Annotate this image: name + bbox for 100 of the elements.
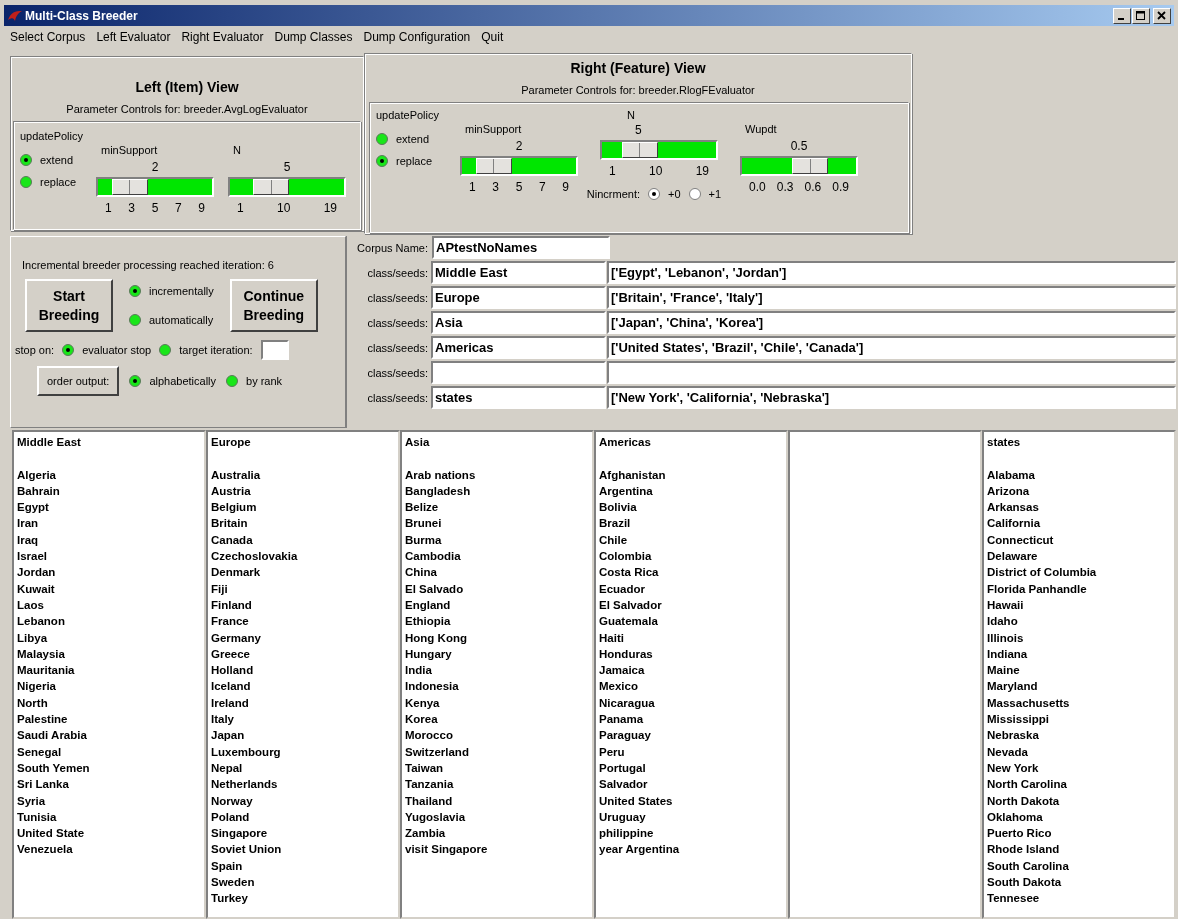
list-item[interactable]: Argentina <box>599 482 783 500</box>
minimize-button[interactable] <box>1113 7 1131 24</box>
radio-option[interactable]: target iteration: <box>159 344 253 356</box>
list-item[interactable]: Poland <box>211 808 395 826</box>
list-item[interactable]: Salvador <box>599 776 783 793</box>
list-item[interactable]: Netherlands <box>211 776 395 793</box>
list-item[interactable]: Burma <box>405 531 589 549</box>
list-item[interactable]: Japan <box>211 727 395 744</box>
slider-track[interactable] <box>228 177 346 197</box>
list-item[interactable]: Hawaii <box>987 596 1171 614</box>
list-item[interactable]: Korea <box>405 711 589 728</box>
list-item[interactable]: Malaysia <box>17 645 201 663</box>
list-item[interactable]: Spain <box>211 857 395 874</box>
list-item[interactable]: Australia <box>211 466 395 483</box>
list-item[interactable]: philippine <box>599 825 783 842</box>
continue-breeding-button[interactable]: Continue Breeding <box>229 279 318 332</box>
list-item[interactable]: District of Columbia <box>987 564 1171 581</box>
list-item[interactable]: Mauritania <box>17 662 201 679</box>
seeds-field[interactable]: ['New York', 'California', 'Nebraska'] <box>607 386 1176 409</box>
radio-option[interactable]: extend <box>20 154 83 166</box>
list-item[interactable]: Hong Kong <box>405 629 589 646</box>
list-item[interactable]: Egypt <box>17 499 201 516</box>
radio-button[interactable] <box>376 133 388 145</box>
list-item[interactable]: Chile <box>599 531 783 549</box>
radio-button[interactable] <box>129 314 141 326</box>
list-item[interactable]: Nicaragua <box>599 694 783 712</box>
radio-option[interactable]: extend <box>376 133 439 145</box>
radio-button[interactable] <box>648 188 661 200</box>
seeds-field[interactable]: ['Japan', 'China', 'Korea'] <box>607 311 1176 334</box>
list-item[interactable]: Oklahoma <box>987 808 1171 826</box>
slider-track[interactable] <box>96 177 214 197</box>
slider-thumb[interactable] <box>111 179 148 195</box>
list-item[interactable]: Delaware <box>987 548 1171 565</box>
list-item[interactable]: Guatemala <box>599 613 783 630</box>
list-item[interactable]: Mississippi <box>987 711 1171 728</box>
radio-option[interactable]: automatically <box>129 314 214 326</box>
list-item[interactable]: Puerto Rico <box>987 825 1171 842</box>
list-item[interactable]: Iceland <box>211 678 395 695</box>
list-item[interactable]: Ecuador <box>599 580 783 597</box>
slider-thumb[interactable] <box>792 158 829 174</box>
list-item[interactable]: Italy <box>211 711 395 728</box>
corpus-name-field[interactable]: APtestNoNames <box>432 236 610 259</box>
list-item[interactable]: Soviet Union <box>211 841 395 858</box>
list-item[interactable]: Norway <box>211 792 395 809</box>
list-item[interactable]: Laos <box>17 596 201 614</box>
menu-item[interactable]: Right Evaluator <box>181 30 264 46</box>
list-item[interactable]: Colombia <box>599 548 783 565</box>
list-item[interactable]: Brazil <box>599 515 783 532</box>
list-item[interactable]: Yugoslavia <box>405 808 589 826</box>
list-item[interactable]: Finland <box>211 596 395 614</box>
list-item[interactable]: Illinois <box>987 629 1171 646</box>
radio-option[interactable]: replace <box>20 176 83 188</box>
class-name-field[interactable] <box>431 361 606 384</box>
list-item[interactable]: France <box>211 613 395 630</box>
list-item[interactable]: Brunei <box>405 515 589 532</box>
list-item[interactable]: Ireland <box>211 694 395 712</box>
radio-option[interactable]: evaluator stop <box>62 344 152 356</box>
radio-button[interactable] <box>129 375 142 387</box>
list-item[interactable]: United States <box>599 792 783 809</box>
list-item[interactable]: Morocco <box>405 727 589 744</box>
list-item[interactable]: Austria <box>211 482 395 500</box>
list-item[interactable]: Turkey <box>211 890 395 907</box>
list-item[interactable]: India <box>405 662 589 679</box>
list-item[interactable]: Taiwan <box>405 759 589 777</box>
radio-option[interactable]: replace <box>376 155 439 167</box>
list-item[interactable]: Nigeria <box>17 678 201 695</box>
list-item[interactable]: Portugal <box>599 759 783 777</box>
list-item[interactable]: Tennesee <box>987 890 1171 907</box>
seeds-field[interactable]: ['Egypt', 'Lebanon', 'Jordan'] <box>607 261 1176 284</box>
list-item[interactable]: Rhode Island <box>987 841 1171 858</box>
maximize-button[interactable] <box>1132 7 1150 24</box>
list-item[interactable]: Bangladesh <box>405 482 589 500</box>
radio-button[interactable] <box>376 155 388 167</box>
menu-item[interactable]: Dump Classes <box>274 30 353 46</box>
slider-thumb[interactable] <box>621 142 658 158</box>
list-item[interactable]: North Carolina <box>987 776 1171 793</box>
list-item[interactable]: Belgium <box>211 499 395 516</box>
menu-item[interactable]: Select Corpus <box>10 30 86 46</box>
list-item[interactable]: Hungary <box>405 645 589 663</box>
list-item[interactable]: Uruguay <box>599 808 783 826</box>
list-item[interactable]: Nebraska <box>987 727 1171 744</box>
menu-item[interactable]: Dump Configuration <box>363 30 471 46</box>
slider-track[interactable] <box>740 156 858 176</box>
list-item[interactable]: Arkansas <box>987 499 1171 516</box>
list-item[interactable]: Libya <box>17 629 201 646</box>
list-item[interactable]: South Dakota <box>987 874 1171 891</box>
class-name-field[interactable]: Asia <box>431 311 606 334</box>
list-item[interactable]: Afghanistan <box>599 466 783 483</box>
radio-button[interactable] <box>159 344 172 356</box>
list-item[interactable]: Maryland <box>987 678 1171 695</box>
list-item[interactable]: North <box>17 694 201 712</box>
radio-button[interactable] <box>20 154 32 166</box>
list-item[interactable]: Peru <box>599 743 783 760</box>
list-item[interactable]: Britain <box>211 515 395 532</box>
start-breeding-button[interactable]: Start Breeding <box>25 279 113 332</box>
class-name-field[interactable]: states <box>431 386 606 409</box>
radio-option[interactable]: +0 <box>648 188 681 200</box>
list-item[interactable]: year Argentina <box>599 841 783 858</box>
radio-button[interactable] <box>688 188 701 200</box>
list-item[interactable]: Idaho <box>987 613 1171 630</box>
